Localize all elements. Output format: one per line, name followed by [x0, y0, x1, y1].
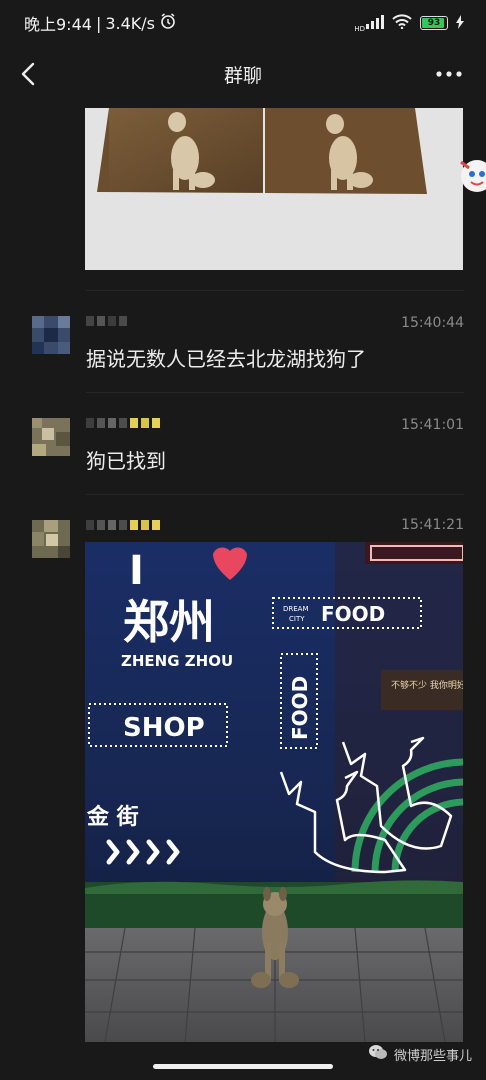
charging-icon — [456, 14, 464, 33]
signal-icon — [366, 14, 384, 33]
dog-photo-image: I 郑州 ZHENG ZHOU DREAM CITY FOOD FOOD SHO… — [85, 542, 463, 1042]
message-text[interactable]: 据说无数人已经去北龙湖找狗了 — [86, 343, 366, 372]
nickname-blurred — [86, 520, 160, 530]
wifi-icon — [392, 13, 412, 33]
more-dots-icon — [436, 71, 462, 77]
message-text[interactable]: 狗已找到 — [86, 445, 166, 474]
message-time: 15:41:21 — [401, 517, 464, 533]
hd-label: HD — [354, 24, 365, 33]
divider — [86, 494, 464, 495]
avatar[interactable] — [32, 520, 70, 558]
status-time: 晚上9:44 — [24, 15, 92, 34]
photo-sign-city: CITY — [289, 615, 305, 623]
photo-side-sign: 不够不少 我你明好 — [391, 679, 463, 691]
nav-bar: 群聊 — [0, 46, 486, 102]
more-button[interactable] — [434, 60, 464, 88]
back-button[interactable] — [16, 60, 44, 88]
photo-sign-i: I — [129, 548, 144, 594]
status-bar: 晚上9:44 | 3.4K/s HD 93 — [0, 0, 486, 46]
photo-street-chars: 金 街 — [86, 804, 139, 830]
wechat-icon — [368, 1044, 388, 1064]
alarm-icon — [159, 12, 177, 34]
photo-sign-food-vertical: FOOD — [288, 676, 312, 740]
home-indicator[interactable] — [153, 1064, 333, 1069]
battery-icon: 93 — [420, 16, 448, 30]
sticker-icon[interactable] — [455, 152, 486, 196]
photo-sign-shop: SHOP — [123, 713, 205, 743]
photo-sign-dream: DREAM — [283, 605, 309, 613]
nickname-blurred — [86, 316, 127, 326]
watermark-text: 微博那些事儿 — [393, 1048, 472, 1064]
chevron-left-icon — [21, 62, 35, 86]
watermark: 微博那些事儿 — [368, 1044, 472, 1064]
nickname-blurred — [86, 418, 160, 428]
dog-photos-image — [85, 108, 463, 270]
network-speed: 3.4K/s — [105, 13, 155, 33]
photo-sign-city-cn: 郑州 — [123, 595, 215, 649]
status-separator: | — [95, 13, 102, 33]
photo-sign-city-en: ZHENG ZHOU — [121, 652, 233, 670]
message-time: 15:41:01 — [401, 417, 464, 433]
photo-sign-food: FOOD — [321, 602, 385, 626]
divider — [86, 392, 464, 393]
divider — [86, 290, 464, 291]
avatar[interactable] — [32, 418, 70, 456]
page-title: 群聊 — [223, 64, 262, 87]
image-message-dog-photos[interactable] — [85, 108, 463, 270]
battery-level: 93 — [427, 18, 441, 28]
image-message-dog-photo[interactable]: I 郑州 ZHENG ZHOU DREAM CITY FOOD FOOD SHO… — [85, 542, 463, 1042]
message-time: 15:40:44 — [401, 315, 464, 331]
avatar[interactable] — [32, 316, 70, 354]
